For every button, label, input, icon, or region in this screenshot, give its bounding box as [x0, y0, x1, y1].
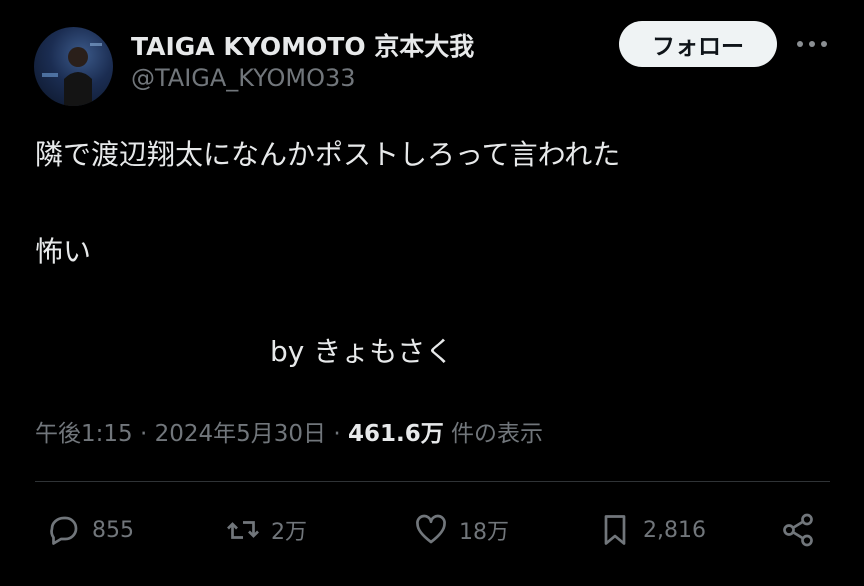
tweet-time[interactable]: 午後1:15: [35, 421, 133, 447]
more-dot-icon: [809, 41, 815, 47]
share-button[interactable]: [780, 510, 826, 550]
follow-button[interactable]: フォロー: [619, 21, 777, 67]
bookmark-count: 2,816: [643, 517, 706, 543]
avatar[interactable]: [34, 27, 113, 106]
views-count: 461.6万: [347, 421, 444, 447]
more-dot-icon: [821, 41, 827, 47]
more-options-button[interactable]: [797, 34, 827, 54]
divider: [35, 481, 830, 482]
avatar-image: [42, 43, 102, 106]
retweet-count: 2万: [271, 520, 307, 545]
bookmark-icon: [604, 515, 626, 545]
retweet-icon: [227, 521, 259, 539]
views-label: 件の表示: [443, 421, 544, 447]
share-icon: [783, 513, 813, 547]
tweet-text-line: 隣で渡辺翔太になんかポストしろって言われた: [35, 138, 621, 171]
tweet-text-line: 怖い: [35, 235, 92, 268]
tweet-text-line: by きょもさく: [270, 335, 454, 368]
bookmark-button[interactable]: 2,816: [597, 510, 706, 550]
reply-icon: [50, 516, 78, 545]
reply-button[interactable]: 855: [46, 510, 134, 550]
like-count: 18万: [459, 520, 509, 545]
reply-count: 855: [92, 517, 134, 543]
like-button[interactable]: 18万: [413, 510, 509, 550]
meta-separator: ·: [132, 421, 155, 447]
tweet-meta: 午後1:15 · 2024年5月30日 · 461.6万 件の表示: [35, 414, 543, 448]
tweet-date[interactable]: 2024年5月30日: [155, 421, 326, 447]
author-name[interactable]: TAIGA KYOMOTO 京本大我: [131, 27, 474, 63]
author-handle[interactable]: @TAIGA_KYOMO33: [131, 64, 356, 92]
more-dot-icon: [797, 41, 803, 47]
retweet-button[interactable]: 2万: [225, 510, 307, 550]
heart-icon: [416, 514, 446, 544]
meta-separator: ·: [326, 421, 348, 447]
